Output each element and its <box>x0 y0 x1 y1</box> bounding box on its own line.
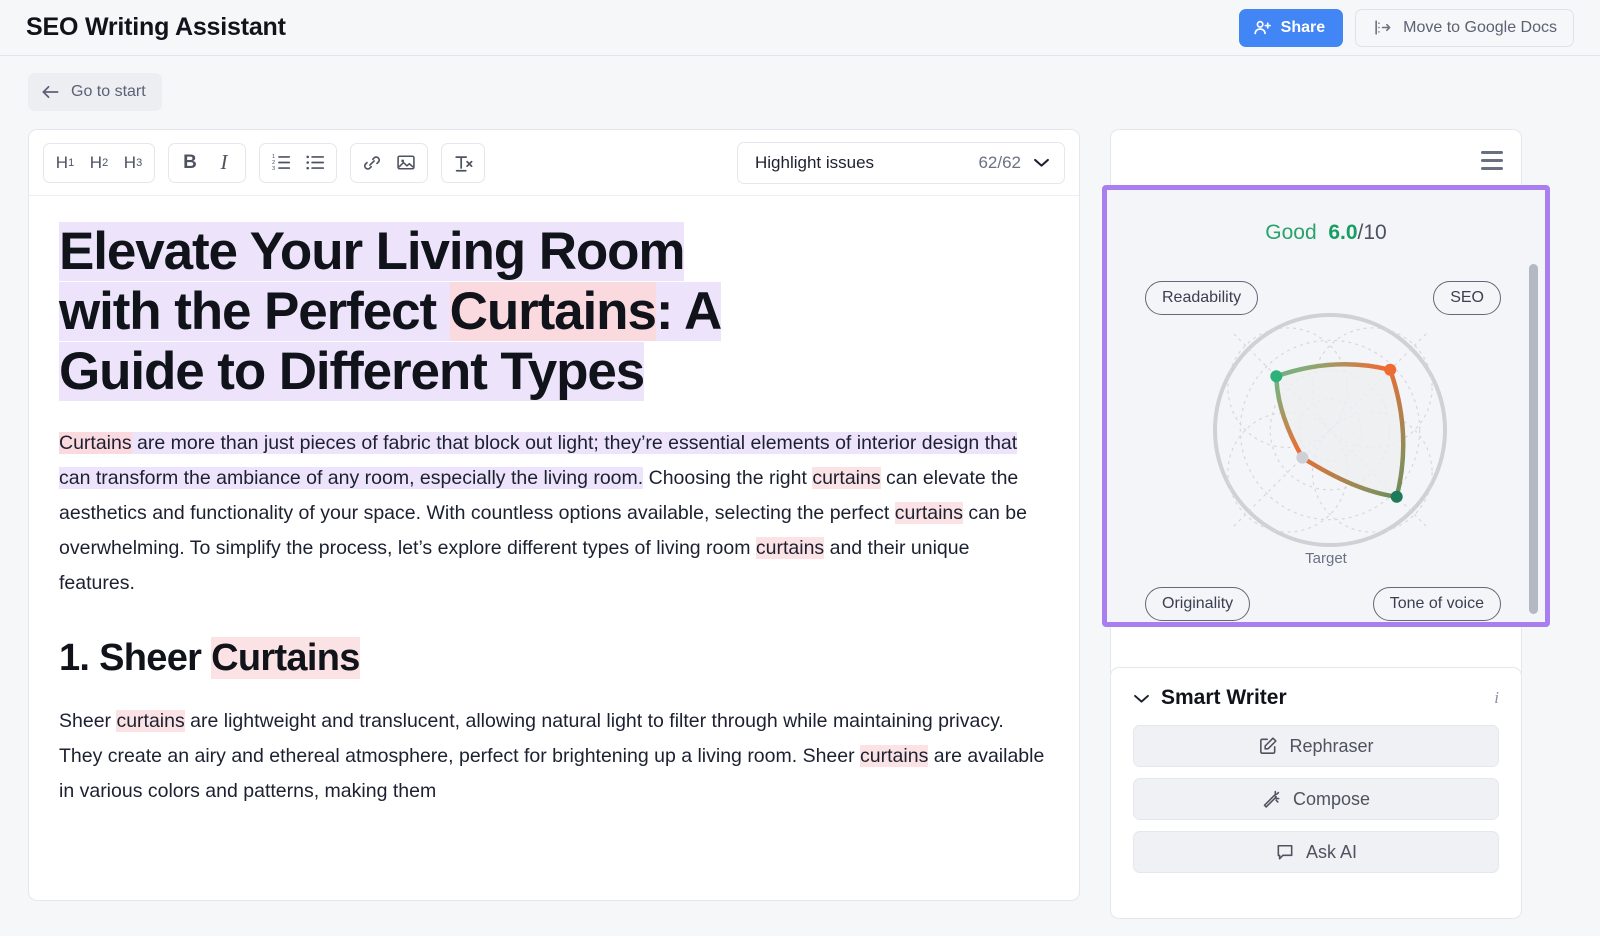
ask-ai-label: Ask AI <box>1306 842 1357 863</box>
kw-curtains-p2-1: curtains <box>116 710 184 732</box>
clear-format-group <box>441 143 485 183</box>
h1-sub: 1 <box>68 157 74 169</box>
content-score-panel: Good 6.0/10 Readability SEO Originality … <box>1102 185 1550 627</box>
metric-pill-originality[interactable]: Originality <box>1145 587 1250 621</box>
score-panel-scrollbar[interactable] <box>1529 264 1538 614</box>
italic-button[interactable]: I <box>207 147 241 179</box>
document-content[interactable]: Elevate Your Living Roomwith the Perfect… <box>29 196 1079 901</box>
kw-curtains-p1-3: curtains <box>895 502 963 524</box>
h1-line-2a: with the Perfect <box>59 282 450 341</box>
highlight-issues-dropdown[interactable]: Highlight issues 62/62 <box>737 142 1065 184</box>
h3-label: H <box>124 153 136 173</box>
editor-toolbar: H1 H2 H3 B I 1 2 3 <box>29 130 1079 196</box>
h1-keyword-curtains: Curtains <box>450 282 656 341</box>
score-denominator: /10 <box>1358 221 1387 244</box>
highlight-issues-count: 62/62 <box>978 153 1021 173</box>
heading-3-button[interactable]: H3 <box>116 147 150 179</box>
hamburger-menu-icon[interactable] <box>1481 151 1503 170</box>
share-button[interactable]: Share <box>1239 9 1343 47</box>
page-title: SEO Writing Assistant <box>26 13 286 42</box>
chevron-down-icon <box>1033 157 1050 168</box>
kw-curtains-p1-2: curtains <box>812 467 880 489</box>
arrow-left-icon <box>41 84 60 100</box>
compose-button[interactable]: Compose <box>1133 778 1499 820</box>
heading-group: H1 H2 H3 <box>43 143 155 183</box>
link-icon[interactable] <box>355 147 389 179</box>
highlight-issues-label: Highlight issues <box>755 153 874 173</box>
info-icon[interactable]: i <box>1494 688 1499 708</box>
clear-formatting-icon[interactable] <box>446 147 480 179</box>
p2-text-1: Sheer <box>59 710 116 732</box>
heading-2-button[interactable]: H2 <box>82 147 116 179</box>
radar-chart <box>1205 308 1455 578</box>
document-paragraph-1: Curtains are more than just pieces of fa… <box>59 426 1049 601</box>
score-card-header <box>1111 130 1521 190</box>
kw-curtains-p1-4: curtains <box>756 537 824 559</box>
document-h1: Elevate Your Living Roomwith the Perfect… <box>59 222 1049 402</box>
h1-line-1: Elevate Your Living Room <box>59 222 684 281</box>
bulleted-list-button[interactable] <box>298 147 332 179</box>
smart-writer-card: Smart Writer i Rephraser <box>1110 667 1522 919</box>
h3-sub: 3 <box>136 157 142 169</box>
radar-target-label: Target <box>1107 550 1545 567</box>
go-to-start-label: Go to start <box>71 83 146 101</box>
h1-label: H <box>56 153 68 173</box>
p1-text-1: Choosing the right <box>643 467 812 489</box>
text-style-group: B I <box>168 143 246 183</box>
move-to-google-docs-button[interactable]: Move to Google Docs <box>1355 9 1574 47</box>
heading-1-button[interactable]: H1 <box>48 147 82 179</box>
ask-ai-button[interactable]: Ask AI <box>1133 831 1499 873</box>
smart-writer-header[interactable]: Smart Writer i <box>1133 686 1499 710</box>
h2-label: H <box>90 153 102 173</box>
h2-number-text: 1. Sheer <box>59 637 211 679</box>
document-h2: 1. Sheer Curtains <box>59 637 1049 680</box>
h2-sub: 2 <box>102 157 108 169</box>
h1-line-2c: : A <box>656 282 721 341</box>
editor-panel: H1 H2 H3 B I 1 2 3 <box>28 129 1080 901</box>
score-rating-word: Good <box>1265 221 1316 244</box>
document-paragraph-2: Sheer curtains are lightweight and trans… <box>59 704 1049 809</box>
magic-wand-icon <box>1262 789 1282 809</box>
export-arrow-icon <box>1372 18 1393 37</box>
rephraser-label: Rephraser <box>1289 736 1373 757</box>
kw-curtains-p2-2: curtains <box>860 745 928 767</box>
app-header: SEO Writing Assistant Share Move to Goog <box>0 0 1600 56</box>
insert-group <box>350 143 428 183</box>
bold-button[interactable]: B <box>173 147 207 179</box>
smart-writer-title: Smart Writer <box>1161 686 1287 710</box>
right-sidebar: Good 6.0/10 Readability SEO Originality … <box>1102 129 1522 901</box>
header-actions: Share Move to Google Docs <box>1239 9 1574 47</box>
chevron-down-icon[interactable] <box>1133 693 1150 704</box>
chat-bubble-icon <box>1275 842 1295 862</box>
h1-line-3: Guide to Different Types <box>59 342 644 401</box>
score-summary: Good 6.0/10 <box>1107 190 1545 245</box>
navigation-bar: Go to start <box>0 56 1600 111</box>
svg-text:3: 3 <box>272 166 275 172</box>
score-value: 6.0 <box>1328 221 1357 244</box>
pencil-square-icon <box>1258 736 1278 756</box>
move-to-google-docs-label: Move to Google Docs <box>1403 19 1557 37</box>
compose-label: Compose <box>1293 789 1370 810</box>
image-icon[interactable] <box>389 147 423 179</box>
metric-pill-tone-of-voice[interactable]: Tone of voice <box>1373 587 1501 621</box>
kw-curtains-p1-1: Curtains <box>59 432 132 454</box>
go-to-start-button[interactable]: Go to start <box>28 73 162 111</box>
kw-curtains-h2: Curtains <box>211 637 360 679</box>
rephraser-button[interactable]: Rephraser <box>1133 725 1499 767</box>
ordered-list-button[interactable]: 1 2 3 <box>264 147 298 179</box>
user-plus-icon <box>1253 18 1272 37</box>
workspace: H1 H2 H3 B I 1 2 3 <box>0 111 1600 901</box>
list-group: 1 2 3 <box>259 143 337 183</box>
share-button-label: Share <box>1281 19 1325 37</box>
